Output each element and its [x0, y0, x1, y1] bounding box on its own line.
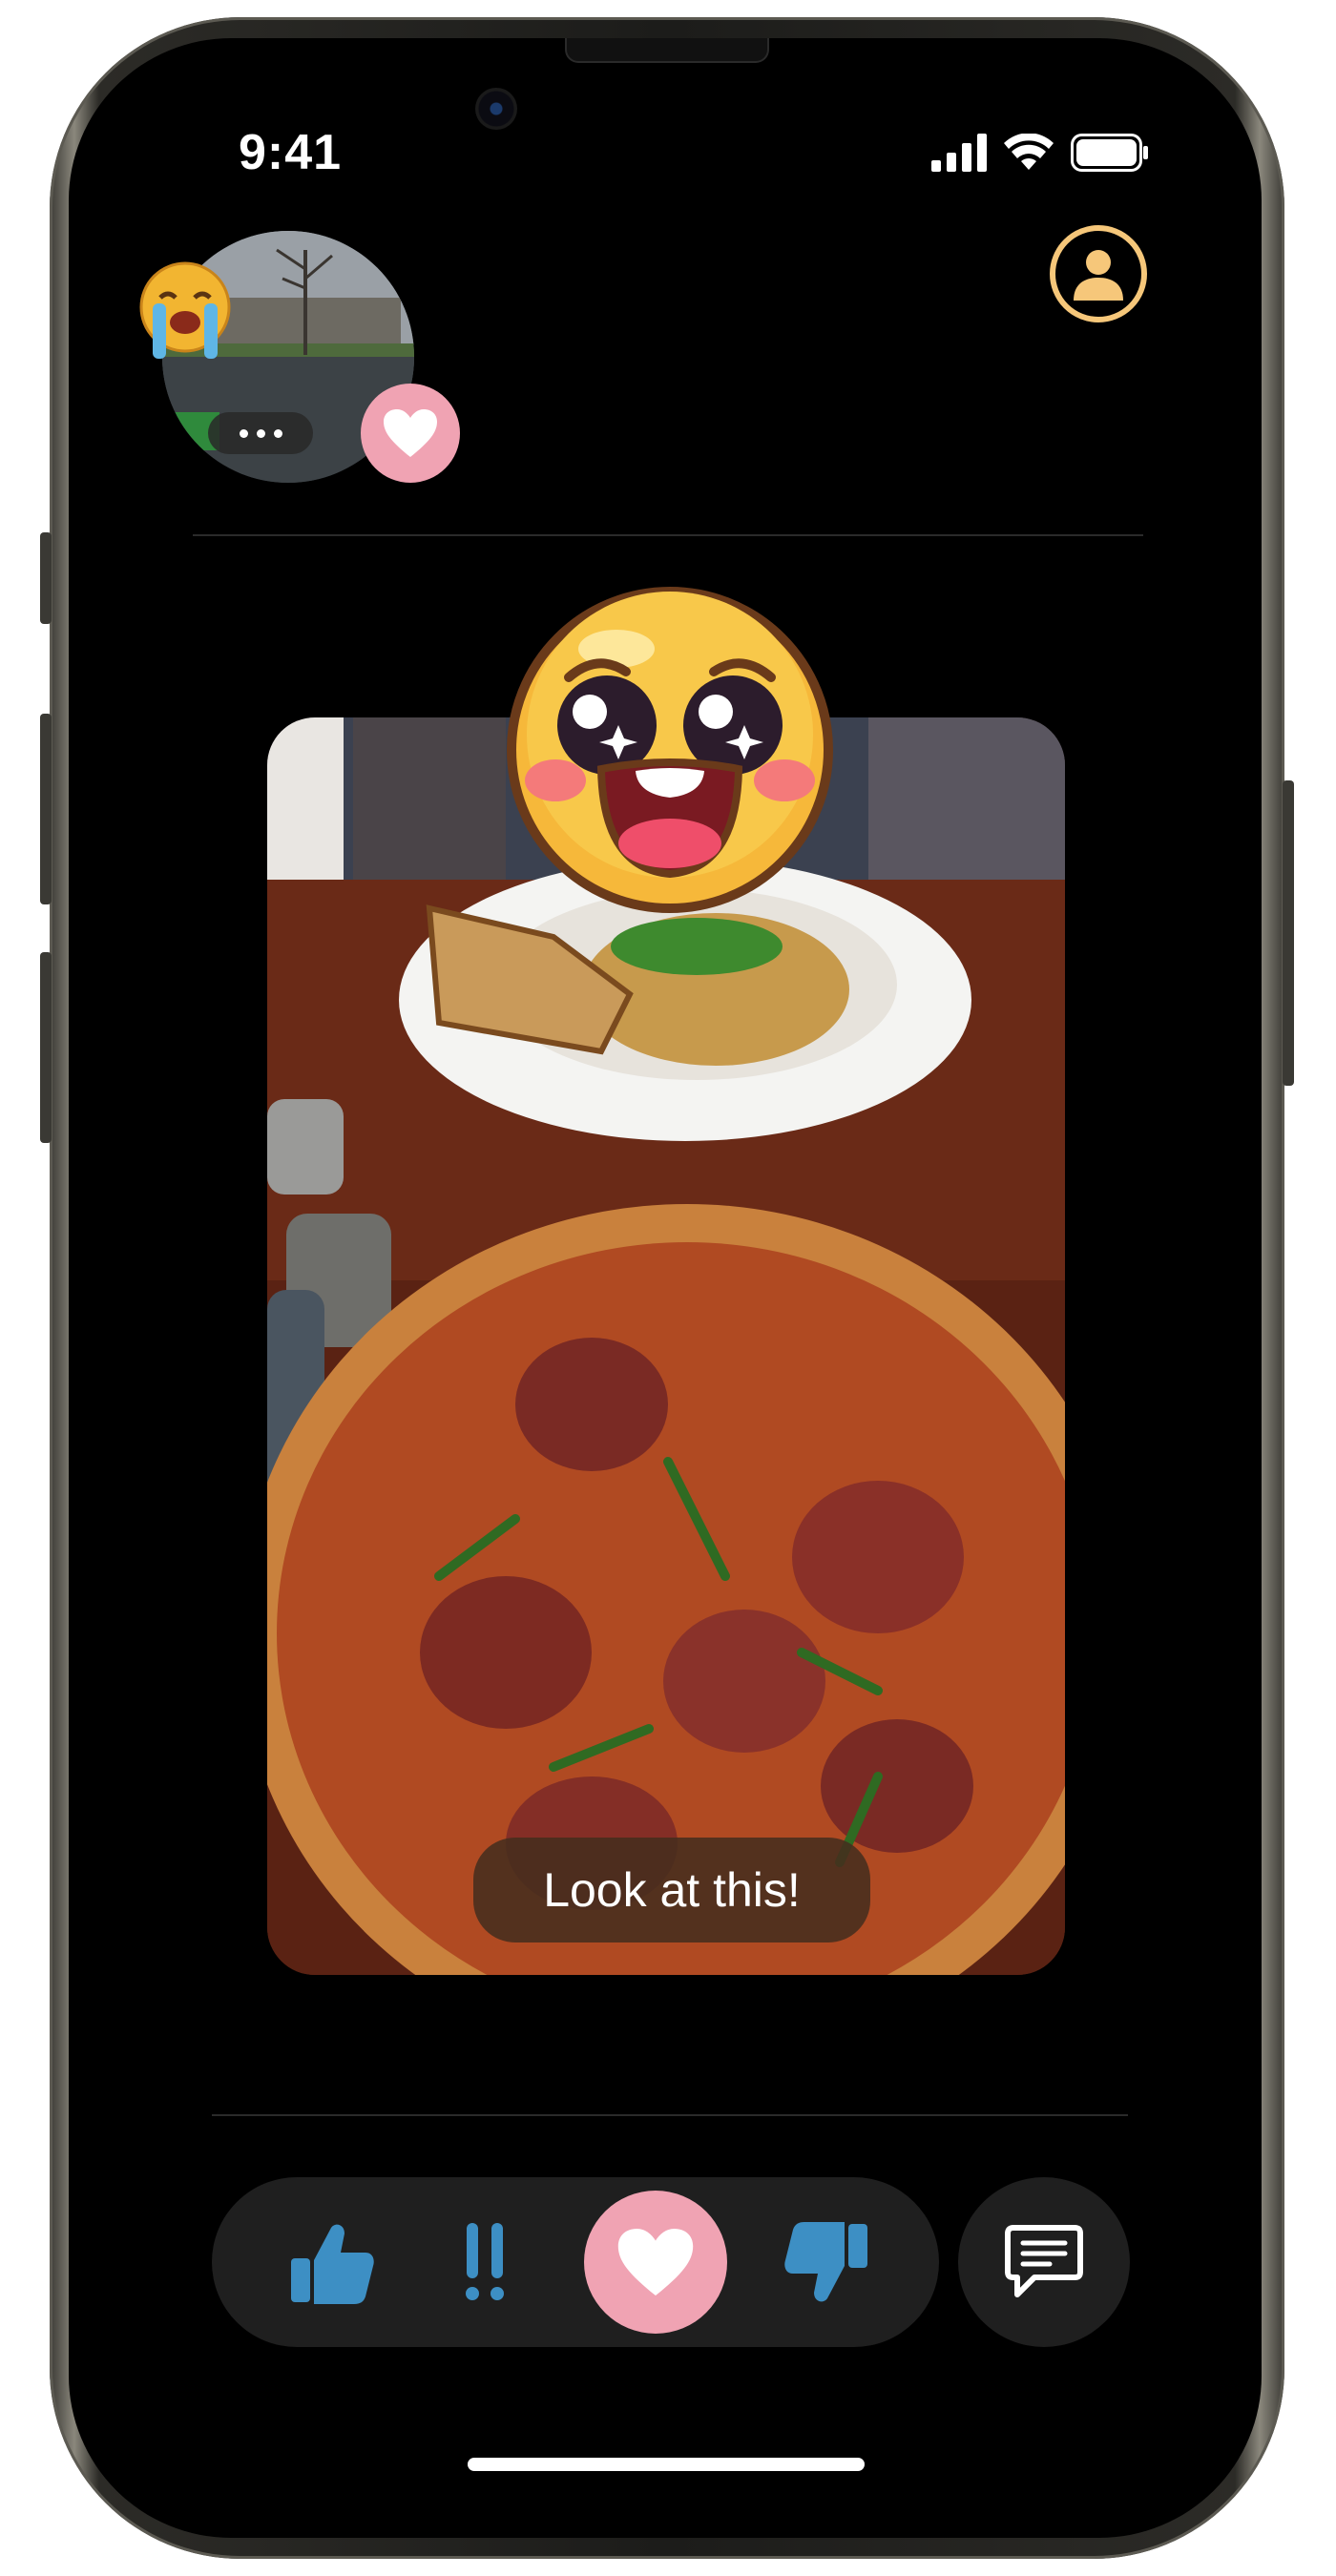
double-exclamation-button[interactable]	[456, 2215, 513, 2311]
heart-icon	[384, 409, 437, 457]
volume-up-button	[40, 714, 52, 904]
battery-icon	[1071, 134, 1149, 177]
chat-bubble-icon	[1005, 2225, 1083, 2297]
friend-avatar-group[interactable]	[134, 210, 460, 496]
wifi-icon	[1004, 133, 1054, 177]
thumbs-down-button[interactable]	[781, 2217, 872, 2309]
profile-button[interactable]	[1050, 225, 1147, 322]
heart-icon	[617, 2229, 694, 2296]
status-icons	[931, 133, 1149, 177]
thumbs-down-icon	[784, 2222, 867, 2302]
status-time: 9:41	[239, 125, 343, 180]
home-indicator[interactable]	[468, 2458, 865, 2471]
crying-emoji-icon	[134, 260, 237, 363]
reaction-bar	[212, 2177, 939, 2347]
post-caption: Look at this!	[473, 1838, 870, 1942]
mute-switch	[40, 532, 52, 624]
thumbs-up-button[interactable]	[286, 2217, 378, 2309]
heart-reaction-badge	[361, 384, 460, 483]
chat-button[interactable]	[958, 2177, 1130, 2347]
front-camera	[475, 88, 517, 130]
profile-icon	[1074, 250, 1123, 301]
top-divider	[193, 534, 1143, 536]
dot-icon	[273, 428, 282, 438]
starstruck-emoji-icon	[502, 582, 838, 918]
dot-icon	[239, 428, 248, 438]
thumbs-up-icon	[291, 2224, 374, 2304]
speaker-notch	[565, 38, 769, 63]
power-button	[1283, 780, 1294, 1086]
love-reaction-button[interactable]	[584, 2191, 727, 2334]
double-exclamation-icon	[466, 2223, 504, 2300]
dot-icon	[256, 428, 265, 438]
cellular-signal-icon	[931, 134, 987, 177]
more-options-button[interactable]	[208, 412, 313, 454]
volume-down-button	[40, 952, 52, 1143]
bottom-divider	[212, 2114, 1128, 2116]
